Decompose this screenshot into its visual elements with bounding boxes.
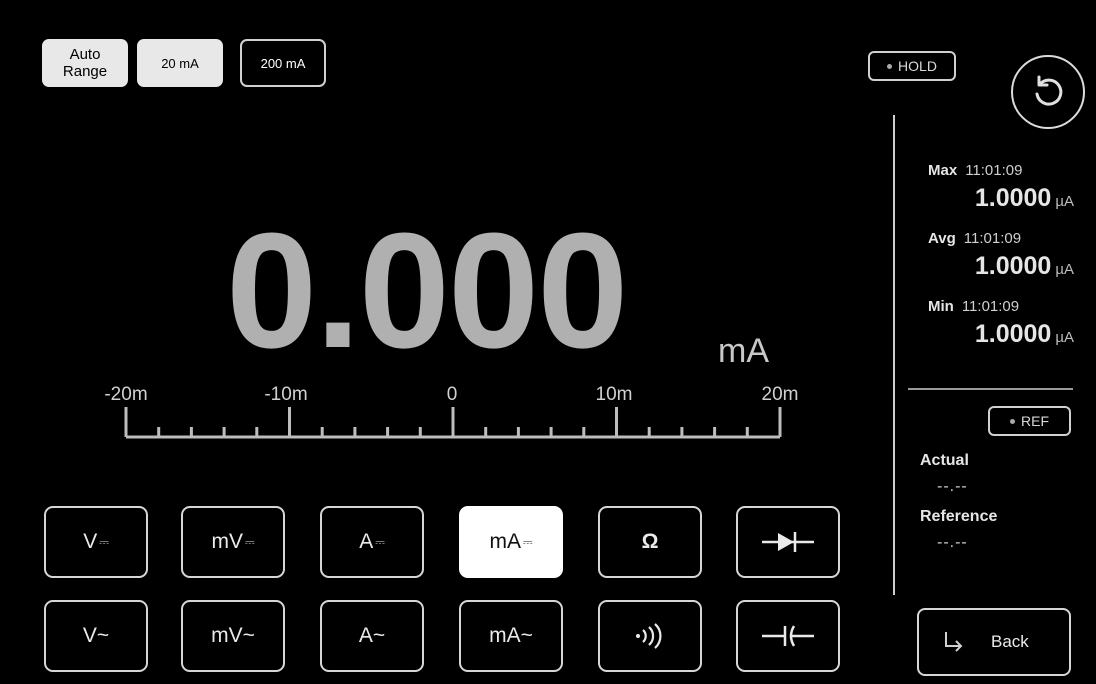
- auto-range-button[interactable]: Auto Range: [42, 39, 128, 87]
- main-reading: 0.000: [226, 199, 628, 382]
- dc-milliamp-button[interactable]: mA ⎓: [459, 506, 563, 578]
- back-label: Back: [991, 632, 1029, 651]
- diode-button[interactable]: [736, 506, 840, 578]
- dc-millivolt-button[interactable]: mV ⎓: [181, 506, 285, 578]
- actual-value: --.--: [937, 478, 968, 495]
- scale-label-neg10m: -10m: [264, 384, 308, 405]
- ac-voltage-button[interactable]: V~: [44, 600, 148, 672]
- resistance-button[interactable]: Ω: [598, 506, 702, 578]
- stat-avg-value: 1.0000: [974, 252, 1052, 280]
- stat-avg-label: Avg: [928, 230, 956, 247]
- actual-label: Actual: [920, 452, 969, 469]
- scale-label-0: 0: [446, 384, 458, 405]
- ac-current-button[interactable]: A~: [320, 600, 424, 672]
- hold-button[interactable]: HOLD: [868, 51, 956, 81]
- continuity-icon: [636, 623, 662, 649]
- ac-current-label: A~: [358, 624, 386, 647]
- reference-label: Reference: [920, 508, 998, 525]
- dc-symbol-icon: ⎓: [99, 534, 109, 549]
- ac-millivolt-label: mV~: [211, 624, 255, 647]
- resistance-label: Ω: [641, 530, 659, 553]
- dc-symbol-icon: ⎓: [522, 534, 533, 549]
- scale-label-neg20m: -20m: [104, 384, 148, 405]
- scale-ruler: [124, 407, 782, 439]
- ac-voltage-label: V~: [82, 624, 110, 647]
- reset-button[interactable]: [1011, 55, 1085, 129]
- stat-min-unit: µA: [1055, 329, 1074, 346]
- ac-milliamp-label: mA~: [489, 624, 533, 647]
- scale-label-20m: 20m: [761, 384, 799, 405]
- dc-current-label: A: [359, 530, 374, 553]
- hold-indicator-icon: [887, 63, 893, 69]
- capacitor-icon: [762, 625, 814, 647]
- stat-avg-unit: µA: [1055, 261, 1074, 278]
- ref-label: REF: [1021, 413, 1049, 429]
- stat-min-value: 1.0000: [974, 320, 1052, 348]
- ac-milliamp-button[interactable]: mA~: [459, 600, 563, 672]
- stat-avg: Avg 11:01:09 1.0000 µA: [928, 228, 1088, 288]
- dc-symbol-icon: ⎓: [375, 534, 385, 549]
- stat-max: Max 11:01:09 1.0000 µA: [928, 160, 1088, 220]
- reading-unit: mA: [718, 332, 769, 370]
- hold-label: HOLD: [898, 58, 937, 74]
- range-200ma-button[interactable]: 200 mA: [240, 39, 326, 87]
- sidebar-divider: [893, 115, 895, 595]
- stat-max-label: Max: [928, 162, 958, 179]
- dc-millivolt-label: mV: [211, 530, 243, 553]
- ac-millivolt-button[interactable]: mV~: [181, 600, 285, 672]
- diode-icon: [762, 532, 814, 552]
- dc-voltage-label: V: [83, 530, 98, 553]
- dc-milliamp-label: mA: [489, 530, 521, 553]
- dc-voltage-button[interactable]: V ⎓: [44, 506, 148, 578]
- stats-divider: [908, 388, 1073, 390]
- stat-max-value: 1.0000: [974, 184, 1052, 212]
- rotate-ccw-icon: [1035, 75, 1063, 106]
- stat-min: Min 11:01:09 1.0000 µA: [928, 296, 1088, 356]
- stat-max-unit: µA: [1055, 193, 1074, 210]
- return-arrow-icon: [945, 632, 963, 652]
- dc-current-button[interactable]: A ⎓: [320, 506, 424, 578]
- dc-symbol-icon: ⎓: [244, 534, 255, 549]
- reference-value: --.--: [937, 534, 968, 551]
- ref-indicator-icon: [1010, 418, 1015, 424]
- stat-min-time: 11:01:09: [961, 298, 1020, 315]
- continuity-button[interactable]: [598, 600, 702, 672]
- ref-button[interactable]: REF: [988, 406, 1071, 436]
- range-20ma-button[interactable]: 20 mA: [137, 39, 223, 87]
- scale-label-10m: 10m: [595, 384, 633, 405]
- capacitance-button[interactable]: [736, 600, 840, 672]
- back-button[interactable]: Back: [917, 608, 1071, 676]
- stat-avg-time: 11:01:09: [963, 230, 1022, 247]
- stat-max-time: 11:01:09: [965, 162, 1023, 179]
- stat-min-label: Min: [928, 298, 954, 315]
